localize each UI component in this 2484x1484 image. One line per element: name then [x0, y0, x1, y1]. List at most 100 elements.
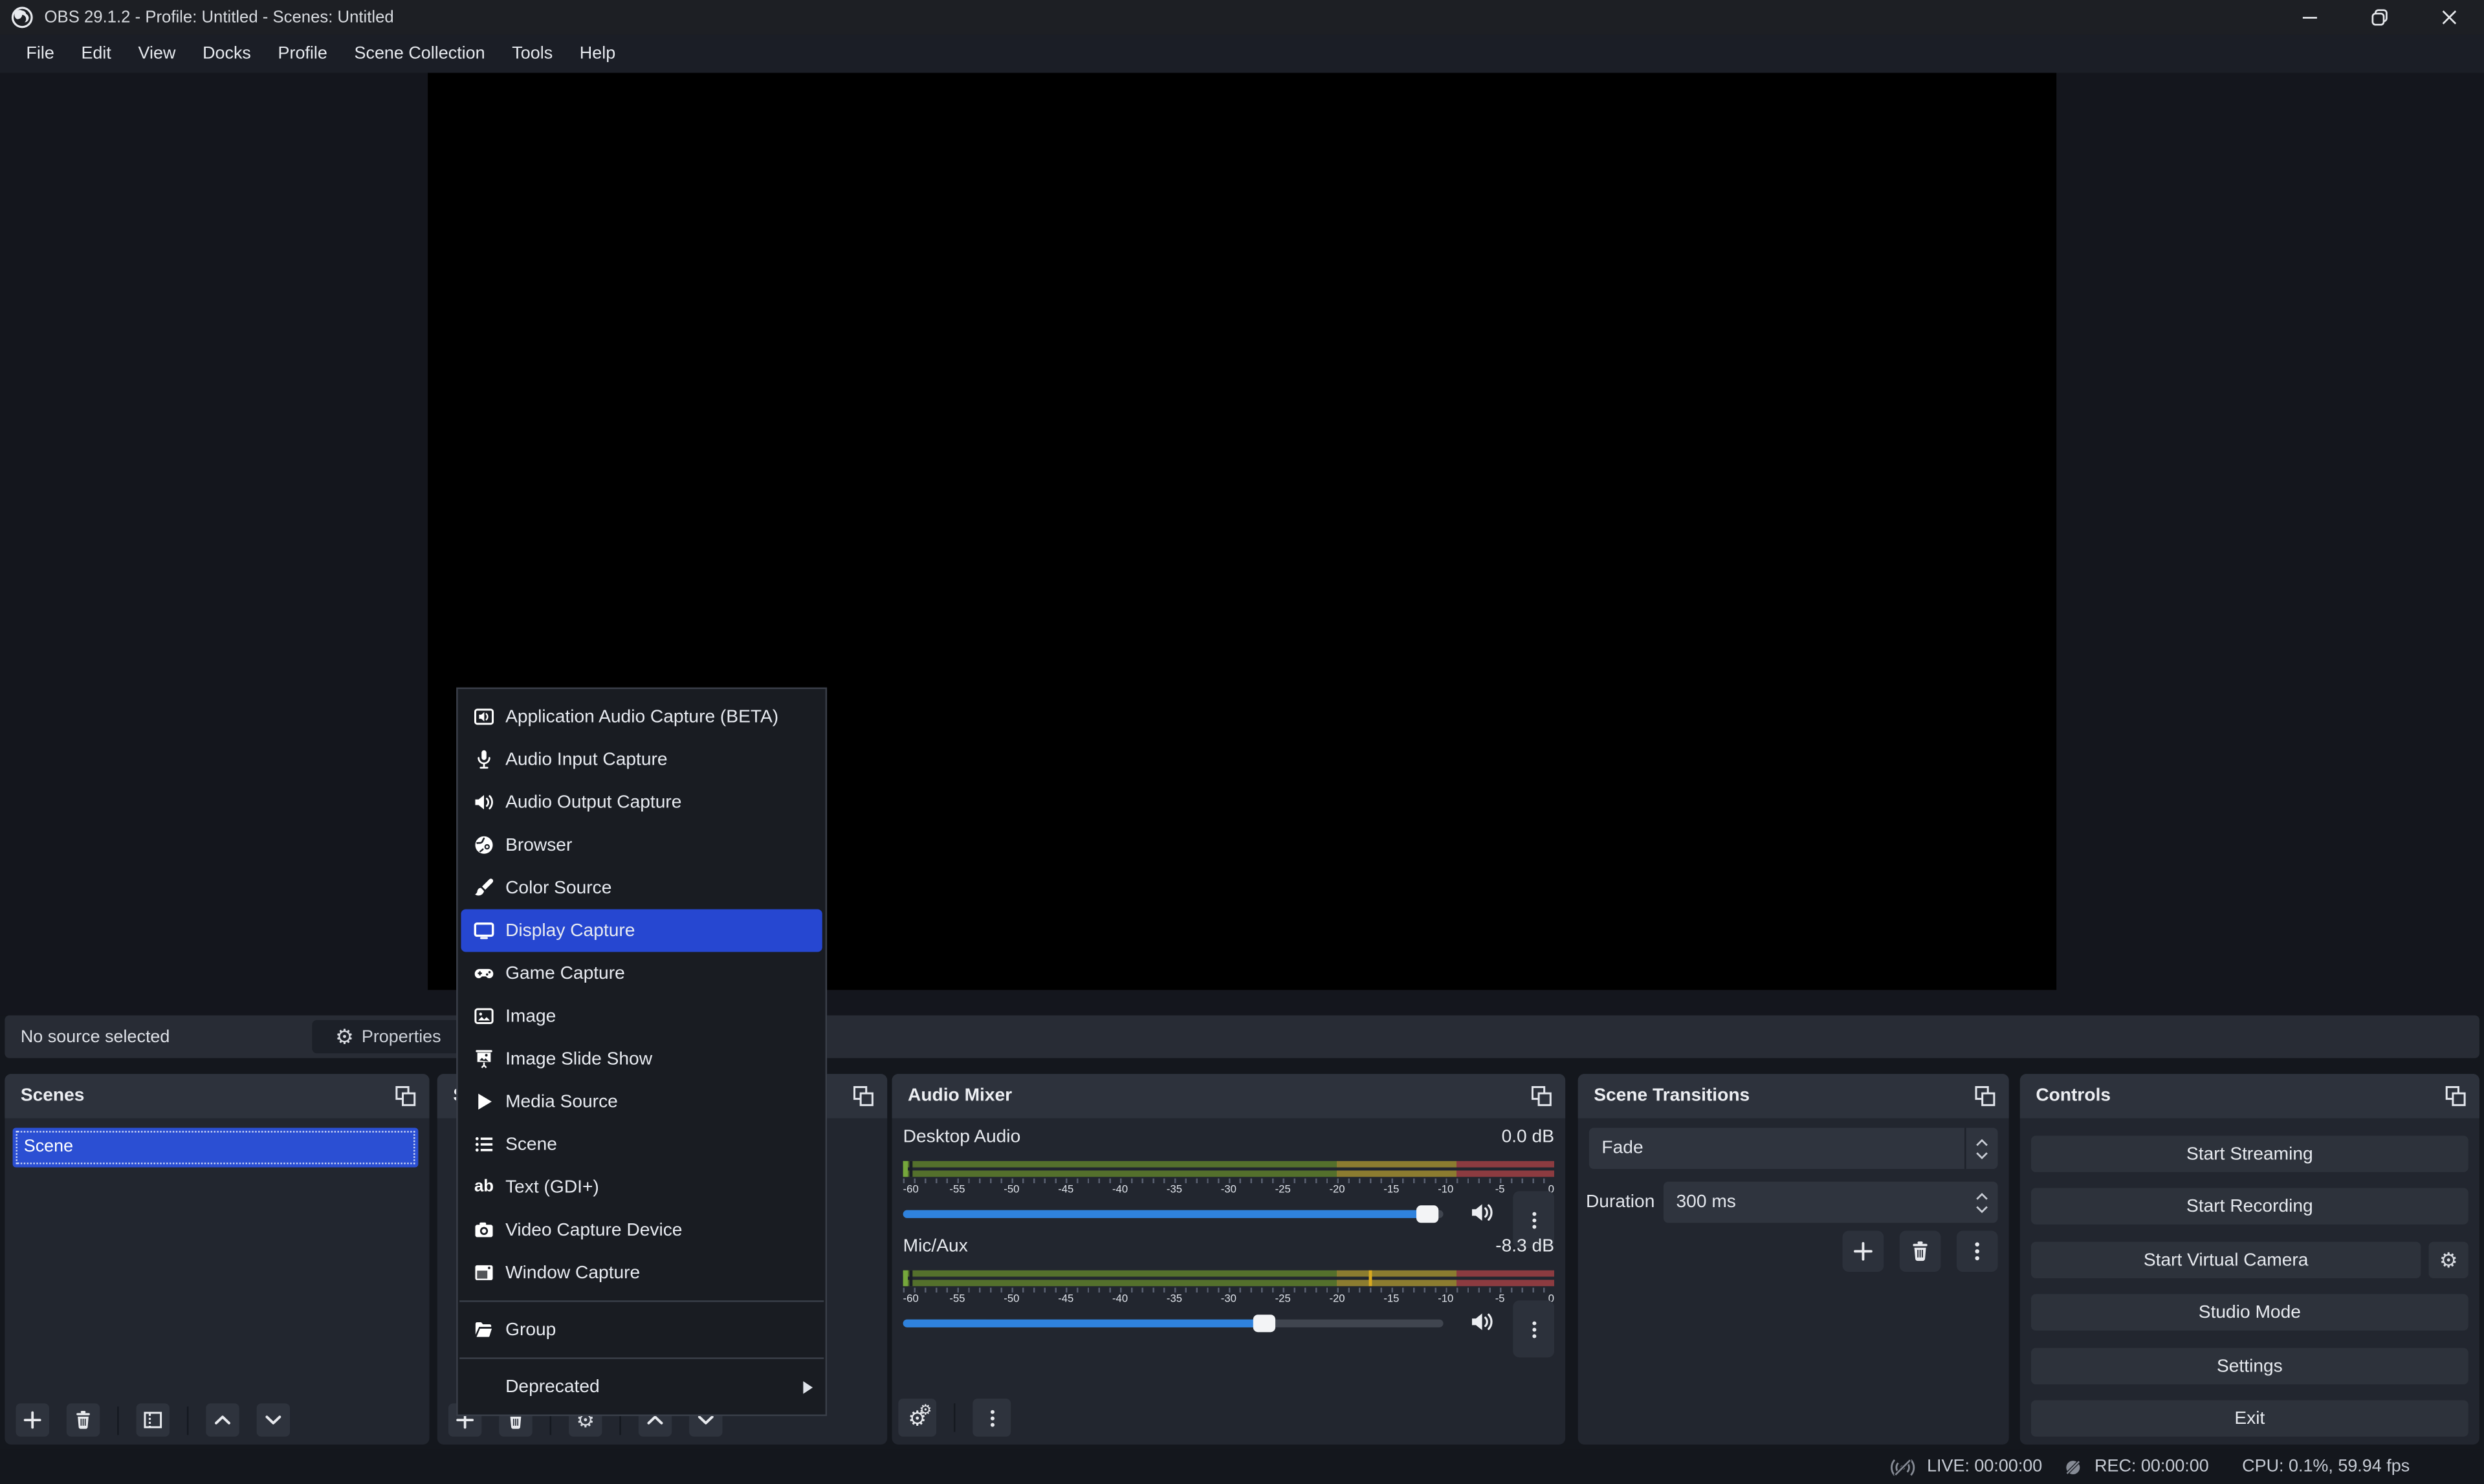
properties-button[interactable]: ⚙ Properties [312, 1020, 464, 1053]
menu-item-text-gdi[interactable]: abText (GDI+) [458, 1166, 826, 1208]
restore-button[interactable] [2345, 0, 2415, 35]
menu-item-video-capture-device[interactable]: Video Capture Device [458, 1208, 826, 1251]
add-scene-button[interactable] [16, 1403, 49, 1436]
scene-list-item[interactable]: Scene [13, 1128, 419, 1167]
popout-icon[interactable] [1974, 1085, 1996, 1107]
controls-header: Controls [2020, 1074, 2479, 1118]
close-icon [2440, 8, 2459, 27]
slider-handle[interactable] [1416, 1205, 1438, 1222]
menubar-item-view[interactable]: View [125, 35, 190, 73]
transition-properties-button[interactable] [1957, 1230, 1998, 1272]
menu-item-browser[interactable]: Browser [458, 824, 826, 866]
meter-ruler [903, 1288, 1554, 1293]
transition-select[interactable]: Fade [1589, 1128, 1998, 1169]
mixer-channel-desktop-audio: Desktop Audio0.0 dB-60-55-50-45-40-35-30… [903, 1128, 1554, 1232]
controls-title: Controls [2036, 1087, 2111, 1106]
duration-input[interactable]: 300 ms [1664, 1182, 1998, 1223]
level-meter [903, 1161, 1554, 1176]
menu-item-application-audio-capture-beta[interactable]: Application Audio Capture (BETA) [458, 695, 826, 738]
spinner-arrows-icon[interactable] [1975, 1192, 1988, 1212]
minimize-button[interactable] [2275, 0, 2345, 35]
scene-transitions-title: Scene Transitions [1594, 1087, 1750, 1106]
menu-item-label: Audio Input Capture [505, 750, 667, 769]
channel-name: Mic/Aux [903, 1237, 968, 1256]
advanced-audio-properties-button[interactable]: ⚙⚙ [898, 1399, 936, 1437]
close-button[interactable] [2415, 0, 2484, 35]
minimize-icon [2300, 8, 2319, 27]
no-icon [474, 1377, 494, 1397]
display-capture-monitor-icon [474, 921, 494, 941]
scene-filters-button[interactable] [137, 1403, 170, 1436]
start-recording-button[interactable]: Start Recording [2031, 1188, 2468, 1224]
menu-item-window-capture[interactable]: Window Capture [458, 1251, 826, 1294]
source-toolbar: No source selected ⚙ Properties [5, 1015, 2479, 1058]
exit-button[interactable]: Exit [2031, 1400, 2468, 1436]
studio-mode-button[interactable]: Studio Mode [2031, 1294, 2468, 1330]
menubar-item-edit[interactable]: Edit [68, 35, 125, 73]
menu-item-media-source[interactable]: Media Source [458, 1080, 826, 1123]
window-capture-icon [474, 1262, 494, 1283]
trash-icon [1909, 1240, 1931, 1262]
spinner-arrows-icon[interactable] [1964, 1128, 1997, 1169]
scene-transitions-header: Scene Transitions [1578, 1074, 2009, 1118]
popout-icon[interactable] [395, 1085, 417, 1107]
menu-item-label: Video Capture Device [505, 1221, 682, 1239]
popout-icon[interactable] [2445, 1085, 2467, 1107]
scenes-list: Scene [5, 1118, 429, 1445]
channel-volume-db: -8.3 dB [1495, 1237, 1554, 1256]
mixer-menu-button[interactable] [973, 1399, 1011, 1437]
menubar-item-scene-collection[interactable]: Scene Collection [341, 35, 499, 73]
menu-item-game-capture[interactable]: Game Capture [458, 952, 826, 995]
volume-slider[interactable] [903, 1202, 1444, 1224]
start-streaming-button[interactable]: Start Streaming [2031, 1136, 2468, 1172]
plus-icon [1852, 1240, 1874, 1262]
level-meter [903, 1271, 1554, 1285]
mute-toggle-speaker-icon[interactable] [1470, 1310, 1494, 1334]
menubar-item-file[interactable]: File [13, 35, 68, 73]
volume-slider[interactable] [903, 1311, 1444, 1333]
mute-toggle-speaker-icon[interactable] [1470, 1201, 1494, 1225]
duration-row: Duration 300 ms [1586, 1182, 1998, 1223]
slider-handle[interactable] [1254, 1314, 1276, 1331]
move-scene-down-button[interactable] [257, 1403, 290, 1436]
popout-icon[interactable] [1530, 1085, 1552, 1107]
kebab-menu-icon [1966, 1240, 1988, 1262]
menu-item-display-capture[interactable]: Display Capture [461, 909, 822, 952]
video-capture-camera-icon [474, 1219, 494, 1240]
remove-transition-button[interactable] [1900, 1230, 1941, 1272]
menubar-item-docks[interactable]: Docks [189, 35, 264, 73]
menu-item-image-slide-show[interactable]: Image Slide Show [458, 1038, 826, 1080]
move-scene-up-button[interactable] [206, 1403, 239, 1436]
menu-item-color-source[interactable]: Color Source [458, 866, 826, 909]
remove-scene-button[interactable] [67, 1403, 100, 1436]
double-gear-icon: ⚙⚙ [908, 1407, 927, 1428]
add-transition-button[interactable] [1843, 1230, 1884, 1272]
menubar-item-tools[interactable]: Tools [498, 35, 566, 73]
menubar-item-profile[interactable]: Profile [265, 35, 341, 73]
virtual-camera-config-button[interactable]: ⚙ [2429, 1242, 2468, 1278]
window-title: OBS 29.1.2 - Profile: Untitled - Scenes:… [45, 8, 394, 27]
menu-item-group[interactable]: Group [458, 1308, 826, 1351]
menu-item-image[interactable]: Image [458, 995, 826, 1038]
menubar-item-help[interactable]: Help [566, 35, 629, 73]
settings-button[interactable]: Settings [2031, 1348, 2468, 1384]
channel-menu-button[interactable] [1513, 1300, 1554, 1357]
gear-icon: ⚙ [2439, 1250, 2458, 1271]
mixer-channel-mic-aux: Mic/Aux-8.3 dB-60-55-50-45-40-35-30-25-2… [903, 1237, 1554, 1342]
audio-mixer-title: Audio Mixer [908, 1087, 1012, 1106]
plus-icon [22, 1410, 43, 1430]
menu-item-scene[interactable]: Scene [458, 1123, 826, 1166]
start-virtual-camera-button[interactable]: Start Virtual Camera [2031, 1242, 2421, 1278]
scene-list-icon [474, 1134, 494, 1155]
menu-item-audio-output-capture[interactable]: Audio Output Capture [458, 781, 826, 824]
scene-transitions-panel: Scene Transitions Fade Duration 300 ms [1578, 1074, 2009, 1445]
menu-separator [459, 1357, 824, 1359]
toolbar-separator [117, 1406, 118, 1434]
menu-item-label: Game Capture [505, 964, 625, 983]
scenes-toolbar [16, 1403, 290, 1436]
filters-icon [142, 1410, 163, 1430]
popout-icon[interactable] [852, 1085, 874, 1107]
menu-item-audio-input-capture[interactable]: Audio Input Capture [458, 738, 826, 781]
chevron-down-icon [263, 1410, 283, 1430]
menu-item-deprecated[interactable]: Deprecated [458, 1366, 826, 1408]
